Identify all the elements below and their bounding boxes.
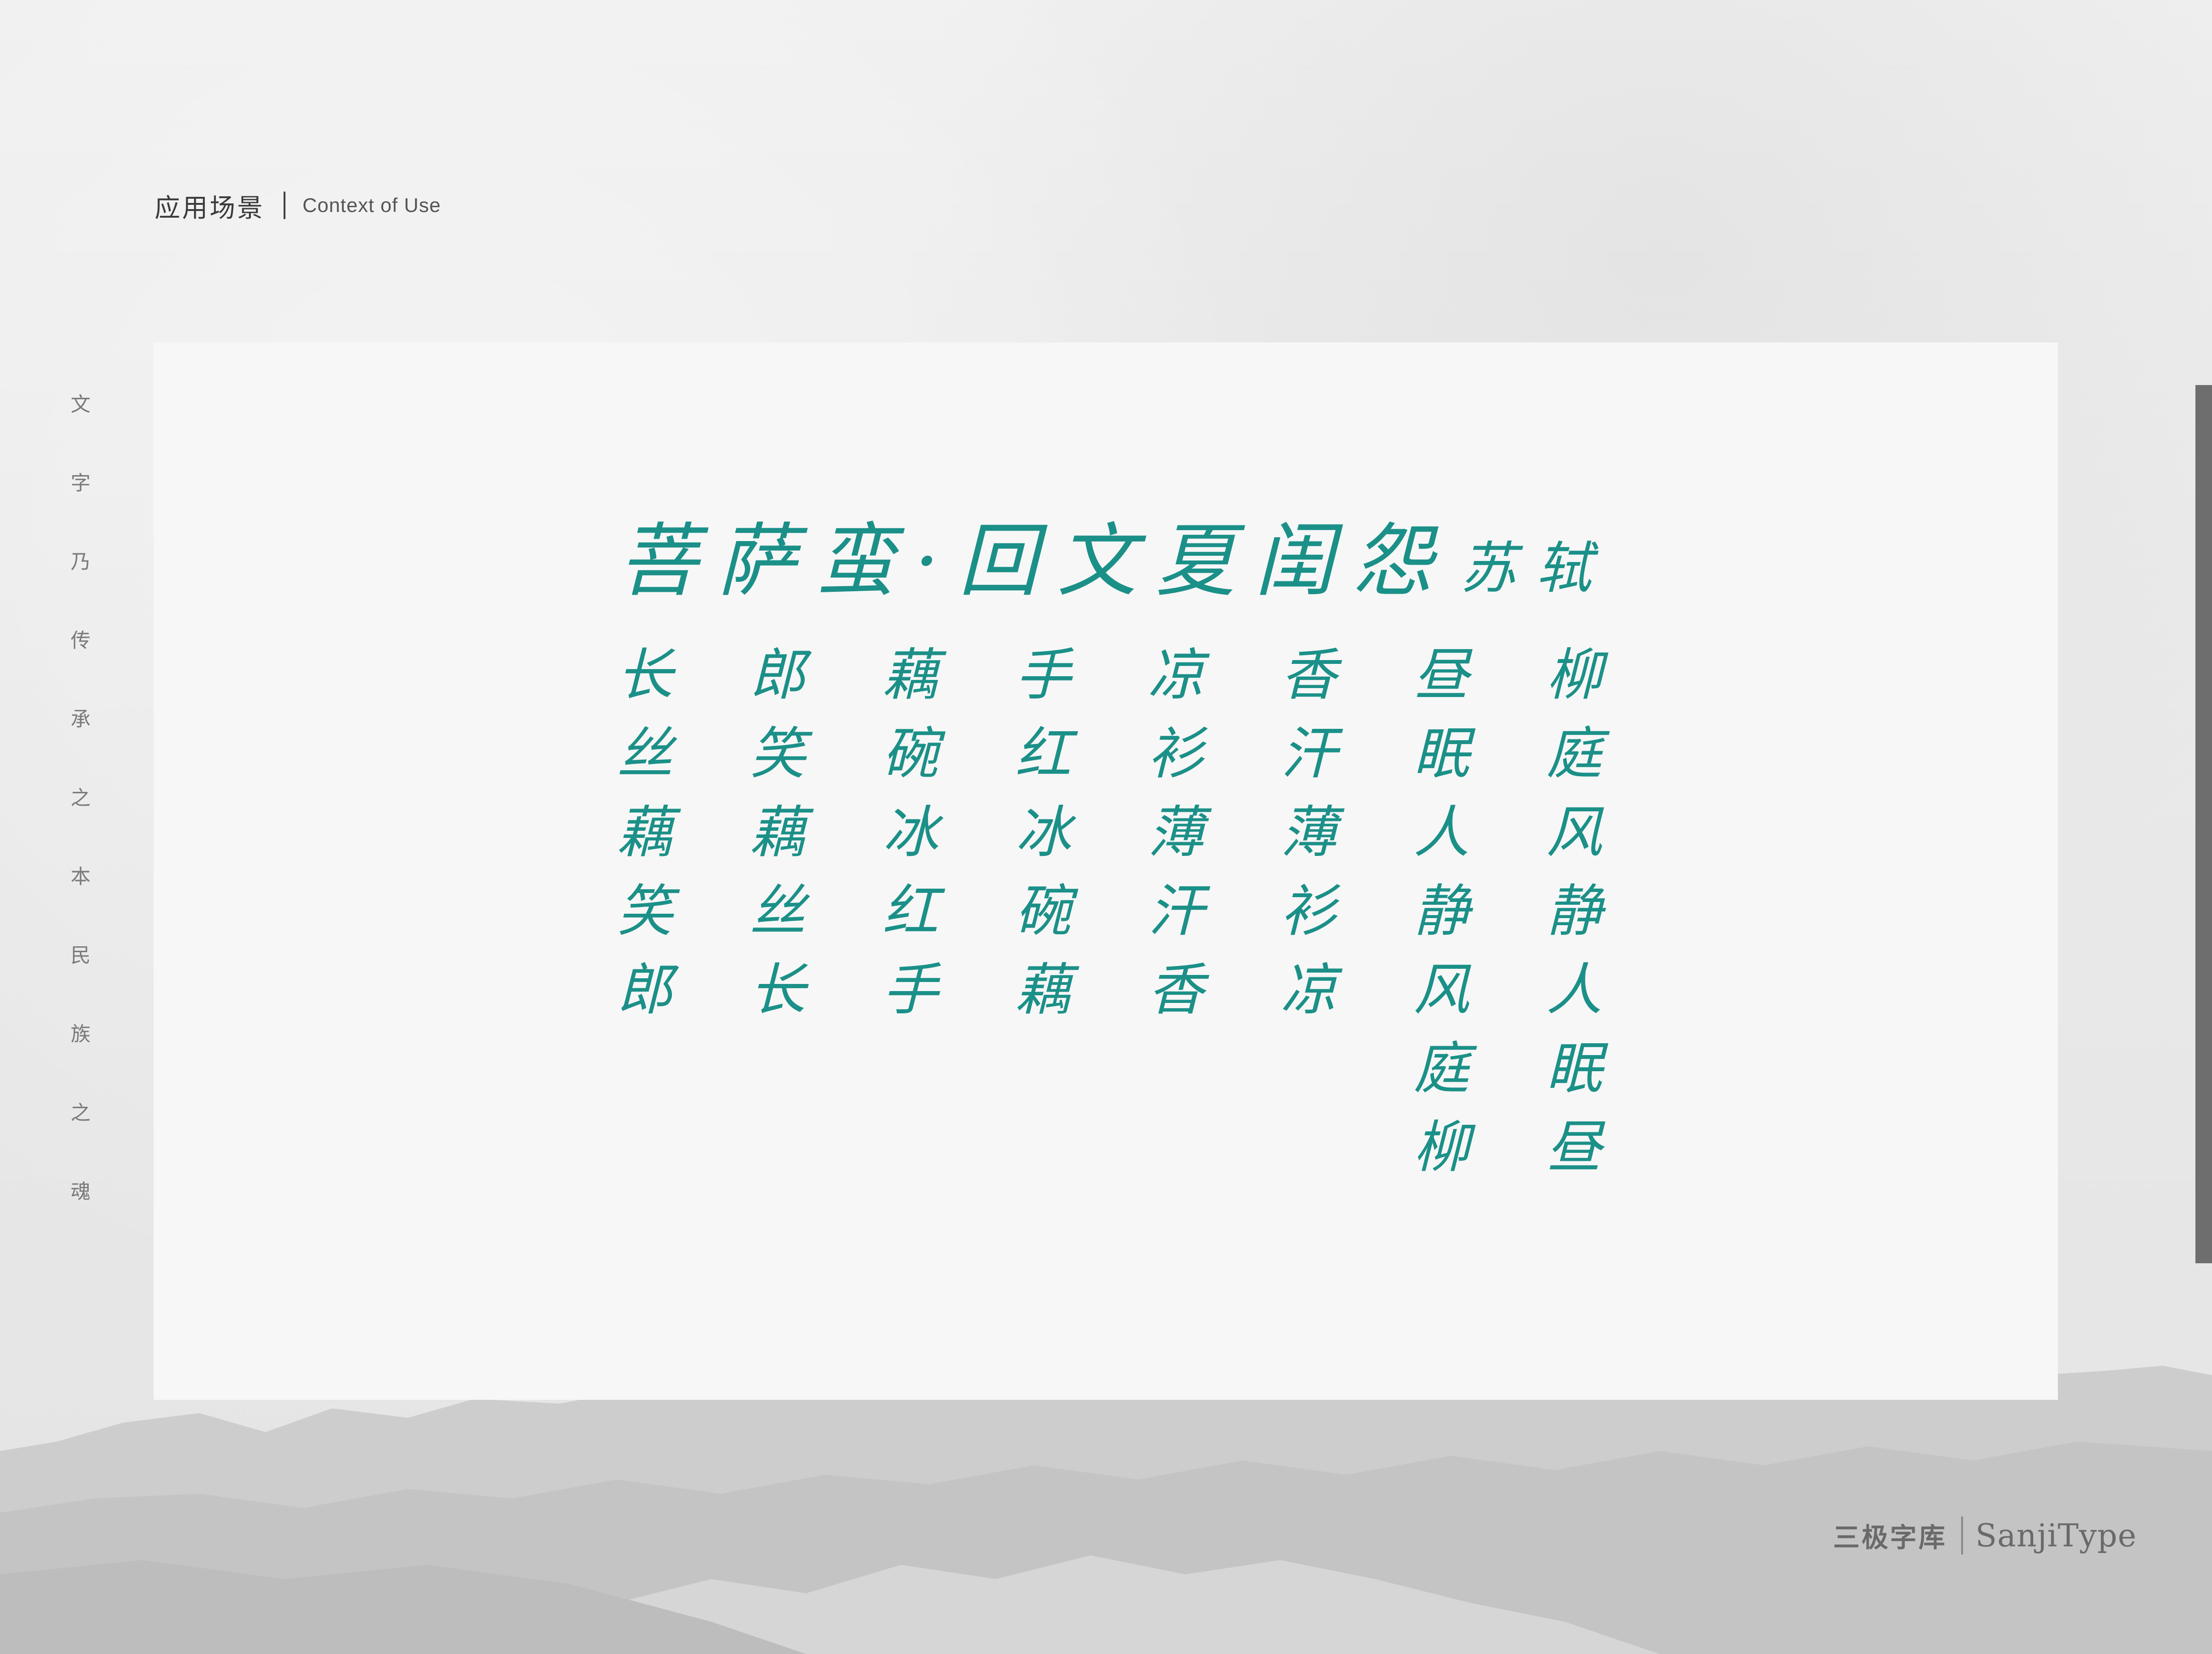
poem-char: 丝 [616, 721, 673, 786]
poem-char: 静 [1546, 878, 1602, 944]
poem-char: 冰 [882, 799, 938, 865]
poem-char: 郎 [616, 957, 673, 1022]
section-header: 应用场景 Context of Use [155, 186, 441, 224]
poem-char: 人 [1546, 957, 1602, 1022]
poem-char: 红 [882, 878, 938, 944]
poem-char: 藕 [1015, 957, 1071, 1022]
poem-char: 衫 [1280, 878, 1337, 944]
poem-char: 藕 [882, 642, 938, 708]
poem-char: 柳 [1413, 1114, 1469, 1180]
section-title-cn: 应用场景 [155, 193, 265, 223]
poem-char: 薄 [1280, 799, 1337, 865]
poem-char: 笑 [616, 878, 673, 944]
scroll-indicator[interactable] [2195, 385, 2212, 1263]
poem-char: 手 [882, 957, 938, 1022]
poem-char: 红 [1015, 721, 1071, 786]
poem-title: 菩萨蛮·回文夏闺怨 [618, 515, 1452, 607]
poem-char: 长 [749, 957, 806, 1022]
poem-column: 昼 眠 人 静 风 庭 柳 [1408, 635, 1475, 1186]
poem-column: 香 汗 薄 衫 凉 [1276, 635, 1342, 1029]
motto-char: 之 [70, 786, 91, 809]
poem-char: 凉 [1280, 957, 1337, 1022]
poem-char: 汗 [1280, 721, 1337, 786]
poem-char: 藕 [616, 799, 673, 865]
poem-char: 香 [1147, 957, 1204, 1022]
motto-char: 乃 [70, 550, 91, 573]
poem-char: 薄 [1147, 799, 1204, 865]
poem-column: 郎 笑 藕 丝 长 [744, 635, 811, 1029]
poem-char: 眠 [1546, 1036, 1602, 1101]
brand-name-en: SanjiType [1975, 1517, 2137, 1554]
poem-author: 苏轼 [1460, 535, 1612, 601]
poem-char: 藕 [749, 799, 806, 865]
brand-divider [1961, 1516, 1963, 1554]
poem-char: 静 [1413, 878, 1469, 944]
poem-column: 凉 衫 薄 汗 香 [1143, 635, 1209, 1029]
motto-char: 文 [70, 393, 91, 416]
motto-char: 魂 [70, 1180, 91, 1203]
poem-heading: 菩萨蛮·回文夏闺怨 苏轼 [618, 506, 1612, 616]
poem-char: 风 [1413, 957, 1469, 1022]
brand-mark: 三极字库 SanjiType [1833, 1513, 2137, 1558]
poem-column: 长 丝 藕 笑 郎 [612, 635, 678, 1029]
ink-mountain-illustration [0, 1356, 2212, 1654]
motto-char: 本 [70, 865, 91, 888]
poem-char: 长 [616, 642, 673, 708]
poem-char: 庭 [1413, 1036, 1469, 1101]
poem-char: 风 [1546, 799, 1602, 865]
poem-char: 碗 [882, 721, 938, 786]
vertical-motto: 文 字 乃 传 承 之 本 民 族 之 魂 [65, 389, 96, 1255]
poem-column: 藕 碗 冰 红 手 [877, 635, 944, 1029]
motto-char: 族 [70, 1022, 91, 1046]
poem-char: 碗 [1015, 878, 1071, 944]
poem-char: 庭 [1546, 721, 1602, 786]
poem-char: 手 [1015, 642, 1071, 708]
showcase-card [154, 342, 2058, 1400]
poem-column: 柳 庭 风 静 人 眠 昼 [1541, 635, 1607, 1186]
poem-char: 衫 [1147, 721, 1204, 786]
poem-char: 昼 [1413, 642, 1469, 708]
poem-char: 香 [1280, 642, 1337, 708]
poem-char: 凉 [1147, 642, 1204, 708]
motto-char: 传 [70, 629, 91, 652]
poem-char: 冰 [1015, 799, 1071, 865]
motto-char: 承 [70, 708, 91, 731]
poem-char: 柳 [1546, 642, 1602, 708]
motto-char: 之 [70, 1101, 91, 1124]
poem-char: 郎 [749, 642, 806, 708]
poem-char: 眠 [1413, 721, 1469, 786]
poem-char: 昼 [1546, 1114, 1602, 1180]
header-divider [284, 192, 285, 219]
poem-char: 丝 [749, 878, 806, 944]
motto-char: 字 [70, 471, 91, 495]
poem-char: 笑 [749, 721, 806, 786]
section-title-en: Context of Use [303, 194, 441, 216]
motto-char: 民 [70, 944, 91, 967]
poem-char: 人 [1413, 799, 1469, 865]
poem-column: 手 红 冰 碗 藕 [1010, 635, 1076, 1029]
poem-char: 汗 [1147, 878, 1204, 944]
brand-name-cn: 三极字库 [1833, 1522, 1947, 1553]
